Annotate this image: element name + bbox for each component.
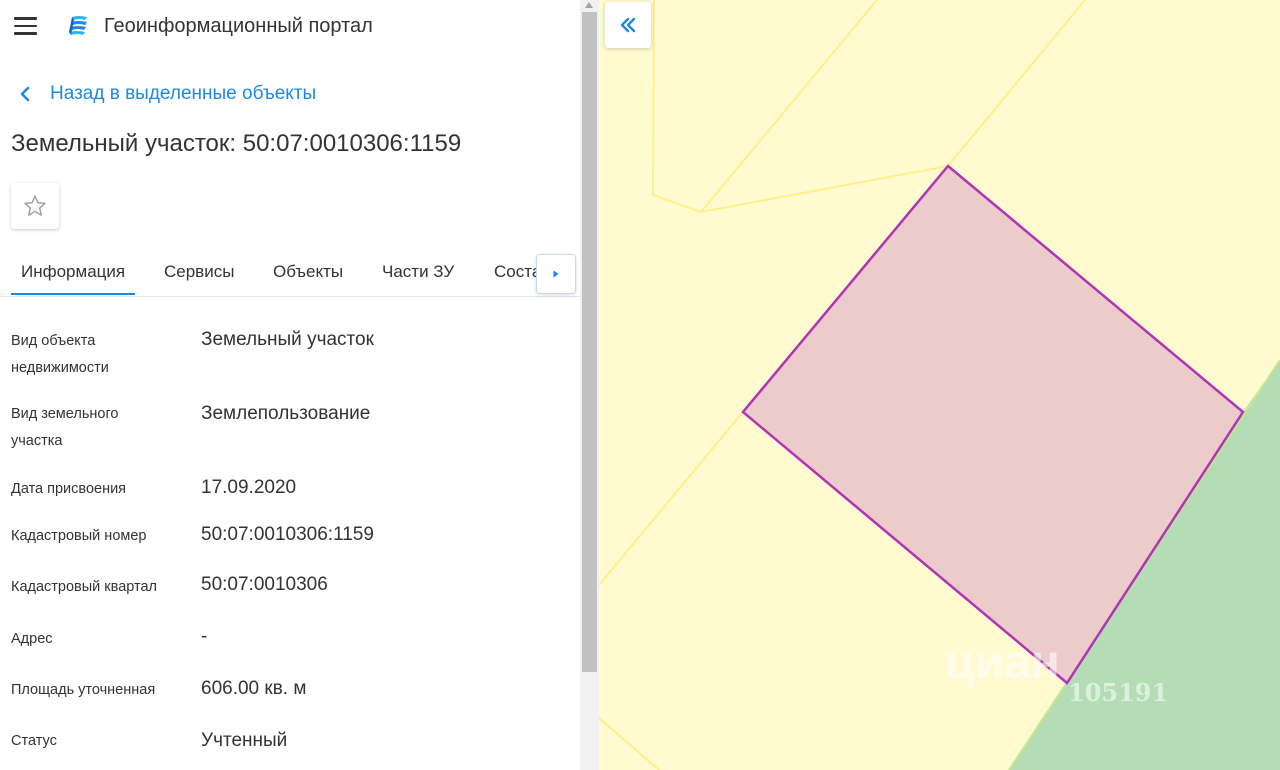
info-value-area: 606.00 кв. м	[201, 678, 307, 699]
parcel-boundary	[700, 0, 878, 213]
info-label-area: Площадь уточненная	[11, 682, 156, 698]
info-value-parcel-type: Землепользование	[201, 403, 371, 424]
map-view[interactable]: циан 105191	[599, 0, 1280, 770]
tab-composition[interactable]: Соста	[494, 262, 541, 282]
info-value-status: Учтенный	[201, 730, 288, 751]
map-watermark: циан	[945, 636, 1060, 689]
caret-right-icon	[553, 270, 559, 278]
tab-parcel-parts[interactable]: Части ЗУ	[382, 262, 454, 282]
app-title: Геоинформационный портал	[104, 15, 373, 37]
tab-services[interactable]: Сервисы	[164, 262, 234, 282]
parcel-boundary	[947, 0, 1086, 167]
star-icon	[24, 195, 46, 216]
app-header: Геоинформационный портал	[0, 0, 580, 54]
panel-scrollbar[interactable]	[580, 0, 599, 770]
active-tab-indicator	[11, 293, 135, 295]
object-info-panel: Геоинформационный портал Назад в выделен…	[0, 0, 580, 770]
scroll-up-arrow-icon[interactable]	[585, 2, 593, 8]
info-label-status: Статус	[11, 733, 57, 749]
parcel-boundary	[599, 411, 744, 586]
back-to-selection-link[interactable]: Назад в выделенные объекты	[18, 83, 316, 105]
info-label-cadastral-block: Кадастровый квартал	[11, 579, 158, 595]
logo-icon	[69, 16, 87, 35]
info-value-address: -	[201, 626, 208, 647]
info-label-object-type: Вид объекта недвижимости	[11, 333, 109, 376]
menu-icon[interactable]	[14, 17, 37, 35]
page-title: Земельный участок: 50:07:0010306:1159	[11, 130, 462, 157]
info-label-address: Адрес	[11, 631, 53, 647]
info-value-cadastral-number: 50:07:0010306:1159	[201, 524, 374, 545]
parcel-boundary	[599, 717, 660, 770]
info-value-cadastral-block: 50:07:0010306	[201, 574, 328, 595]
chevron-left-icon	[20, 86, 30, 102]
collapse-panel-button[interactable]	[605, 2, 651, 48]
info-value-object-type: Земельный участок	[201, 329, 374, 350]
info-label-cadastral-number: Кадастровый номер	[11, 528, 147, 544]
info-label-assign-date: Дата присвоения	[11, 481, 127, 497]
scrollbar-thumb[interactable]	[582, 12, 597, 672]
info-value-assign-date: 17.09.2020	[201, 477, 297, 498]
parcel-boundary	[651, 0, 949, 214]
favorite-button[interactable]	[11, 183, 59, 229]
tab-bar: Информация Сервисы Объекты Части ЗУ Сост…	[0, 248, 580, 297]
tabs-scroll-right-button[interactable]	[536, 254, 576, 294]
info-label-parcel-type: Вид земельного участка	[11, 406, 119, 449]
tab-information[interactable]: Информация	[21, 262, 125, 282]
map-canvas[interactable]	[599, 0, 1280, 770]
double-chevron-left-icon	[620, 17, 636, 33]
map-watermark-id: 105191	[1068, 678, 1169, 707]
tab-objects[interactable]: Объекты	[273, 262, 343, 282]
back-link-label: Назад в выделенные объекты	[50, 83, 317, 104]
